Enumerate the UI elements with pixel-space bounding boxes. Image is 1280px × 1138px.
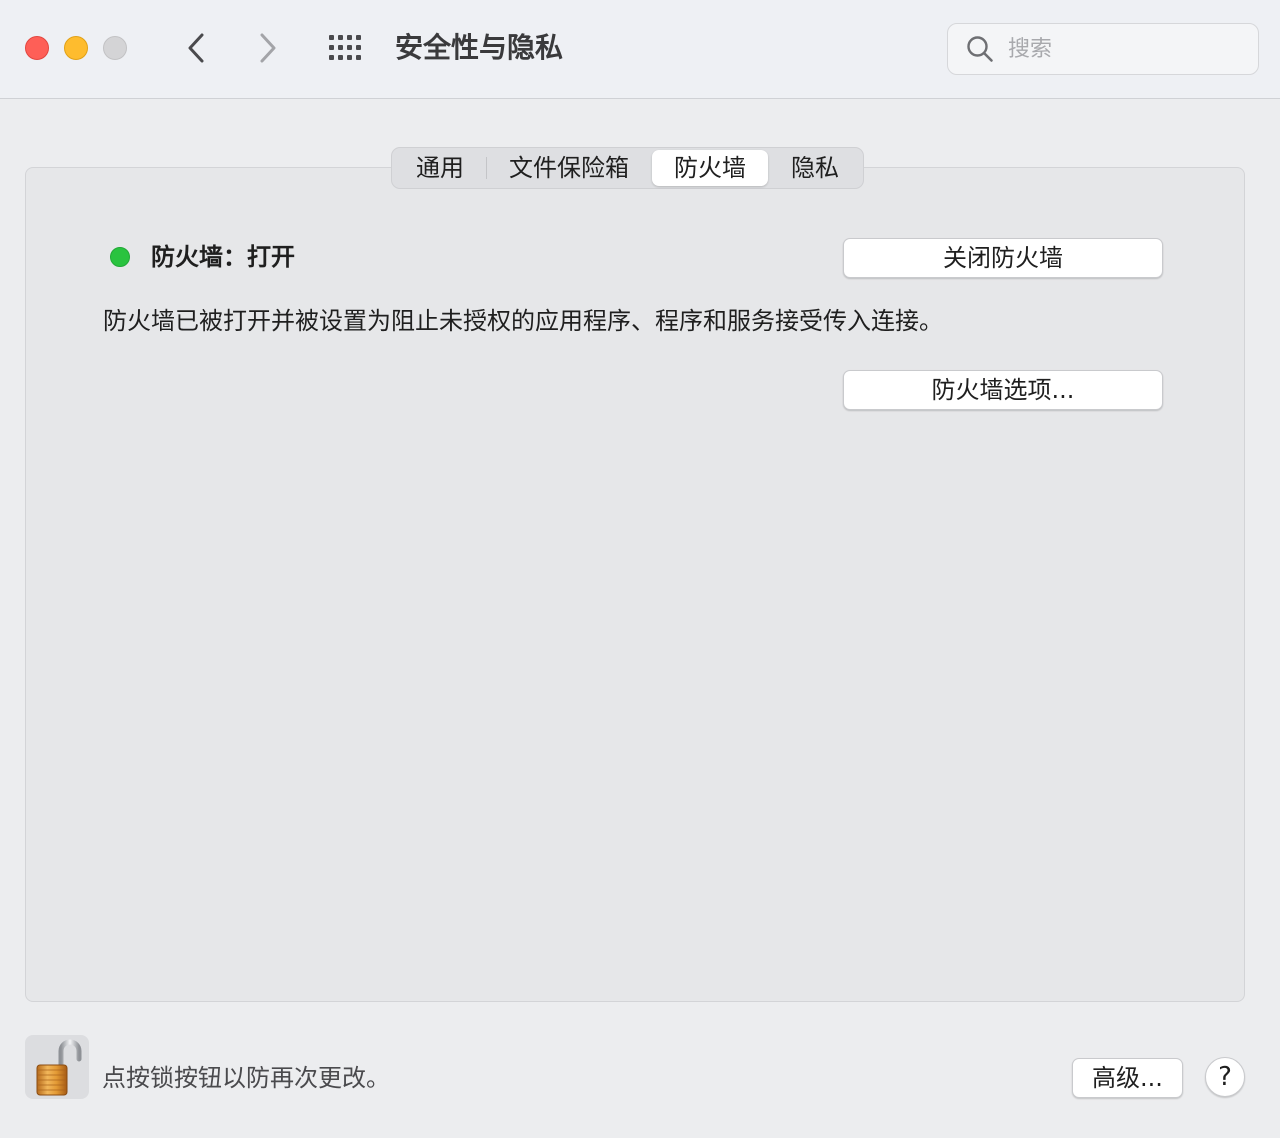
chevron-left-icon	[188, 33, 204, 63]
minimize-window-button[interactable]	[64, 36, 88, 60]
advanced-button[interactable]: 高级...	[1072, 1058, 1183, 1098]
search-input[interactable]	[1006, 35, 1240, 63]
lock-hint-text: 点按锁按钮以防再次更改。	[102, 1064, 390, 1092]
zoom-window-button[interactable]	[103, 36, 127, 60]
search-field[interactable]	[947, 23, 1259, 75]
tab-privacy[interactable]: 隐私	[769, 150, 861, 186]
tab-firewall[interactable]: 防火墙	[652, 150, 768, 186]
window-title: 安全性与隐私	[395, 31, 564, 64]
tab-filevault[interactable]: 文件保险箱	[487, 150, 651, 186]
back-button[interactable]	[176, 28, 216, 68]
help-button[interactable]: ?	[1205, 1057, 1245, 1097]
lock-button[interactable]	[25, 1035, 89, 1099]
content-panel	[25, 167, 1245, 1002]
firewall-description: 防火墙已被打开并被设置为阻止未授权的应用程序、程序和服务接受传入连接。	[103, 307, 943, 335]
padlock-open-icon	[36, 1039, 82, 1096]
search-icon	[966, 35, 994, 63]
preferences-window: 安全性与隐私 通用 文件保险箱 防火墙 隐私 防火墙：打开 关闭防火墙 防火墙已…	[0, 0, 1280, 1138]
firewall-options-button[interactable]: 防火墙选项...	[843, 370, 1163, 410]
close-window-button[interactable]	[25, 36, 49, 60]
firewall-status-indicator	[110, 247, 130, 267]
forward-button[interactable]	[248, 28, 288, 68]
title-bar: 安全性与隐私	[0, 0, 1280, 99]
chevron-right-icon	[260, 33, 276, 63]
tab-general[interactable]: 通用	[394, 150, 486, 186]
tab-bar: 通用 文件保险箱 防火墙 隐私	[391, 147, 864, 189]
turn-off-firewall-button[interactable]: 关闭防火墙	[843, 238, 1163, 278]
show-all-button[interactable]	[326, 30, 366, 66]
grid-icon	[329, 35, 361, 60]
firewall-status-label: 防火墙：打开	[151, 243, 295, 271]
